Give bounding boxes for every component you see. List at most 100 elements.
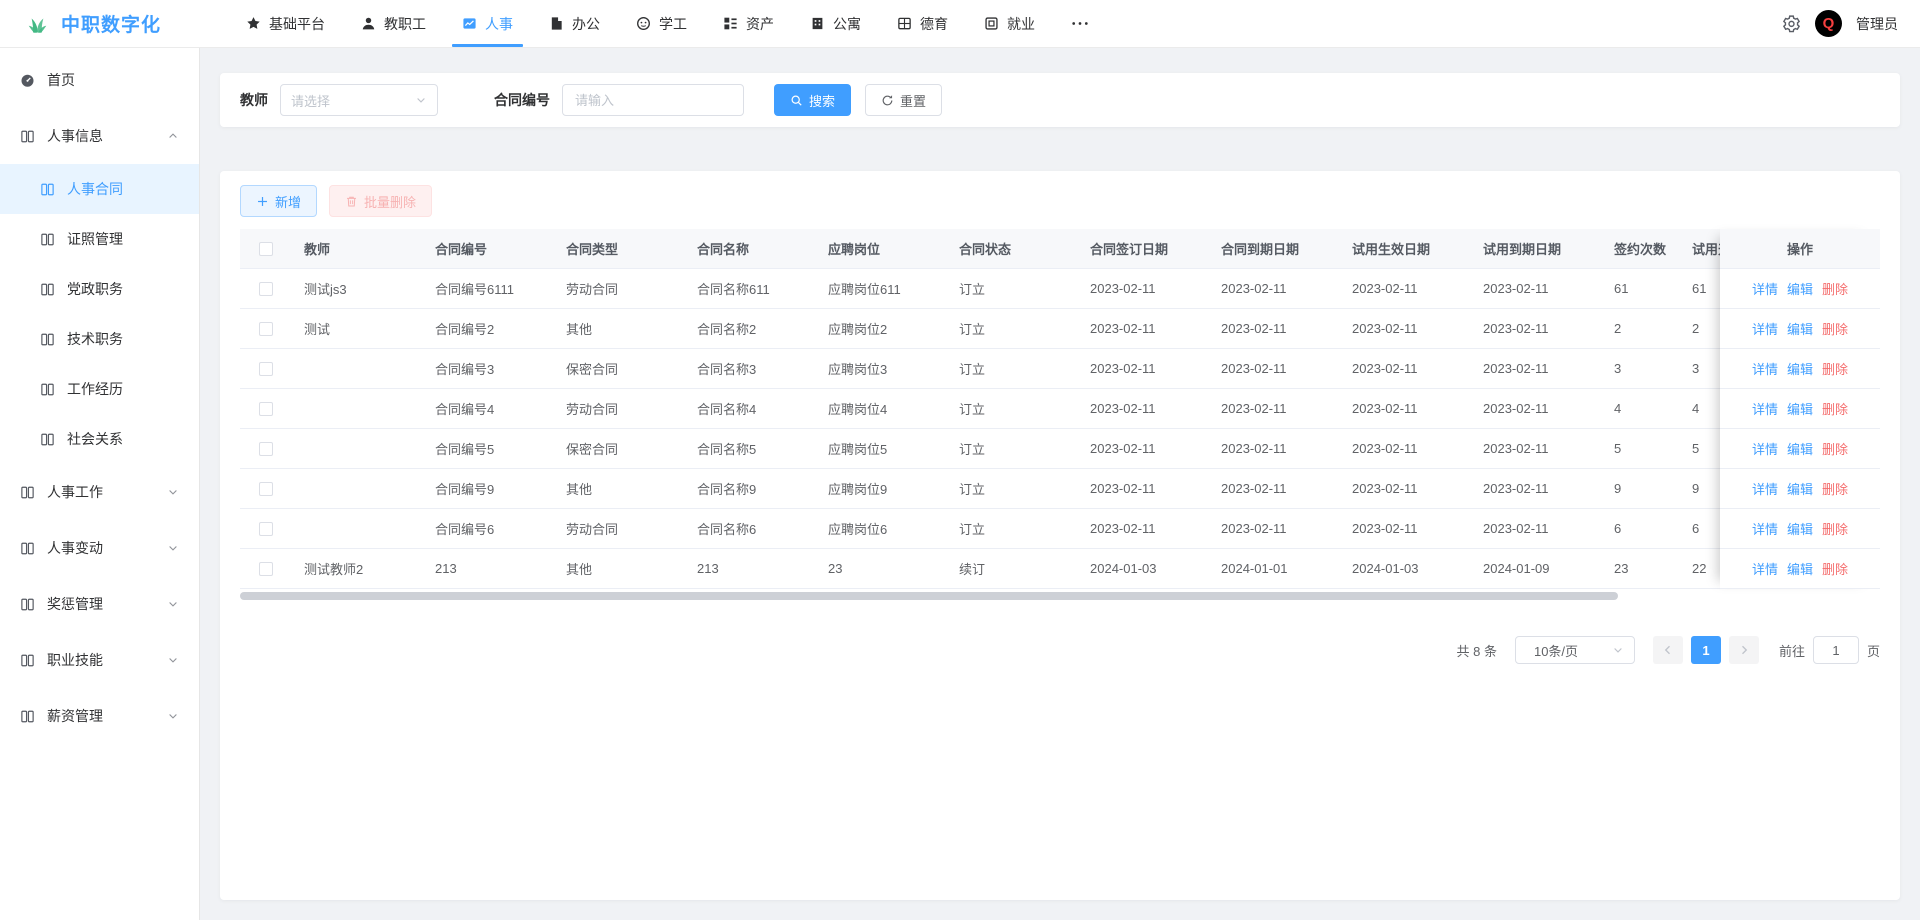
row-checkbox[interactable] [259,362,273,376]
cell-teacher [292,349,423,388]
sidebar-item-vocational-skill[interactable]: 职业技能 [0,632,199,688]
edit-link[interactable]: 编辑 [1787,359,1813,378]
horizontal-scrollbar-thumb[interactable] [240,592,1618,600]
checkbox-cell [240,469,292,508]
col-header-trial-end-date: 试用到期日期 [1471,229,1602,268]
topnav-item-base-platform[interactable]: 基础平台 [228,0,343,47]
book-icon [20,485,35,500]
topnav-item-moral[interactable]: 德育 [879,0,966,47]
grid-icon [897,16,912,31]
delete-link[interactable]: 删除 [1822,279,1848,298]
topnav-item-student[interactable]: 学工 [618,0,705,47]
next-page-button[interactable] [1729,636,1759,664]
topnav-item-assets[interactable]: 资产 [705,0,792,47]
cell-sign-date: 2023-02-11 [1078,309,1209,348]
sidebar-item-cert-manage[interactable]: 证照管理 [0,214,199,264]
topnav-item-apartment[interactable]: 公寓 [792,0,879,47]
sidebar-item-hr-info[interactable]: 人事信息 [0,108,199,164]
user-avatar[interactable]: Q [1815,10,1842,37]
detail-link[interactable]: 详情 [1752,439,1778,458]
cell-sign-count: 9 [1602,469,1680,508]
add-button[interactable]: 新增 [240,185,317,217]
book-icon [20,597,35,612]
sidebar-item-reward-punish[interactable]: 奖惩管理 [0,576,199,632]
sidebar-item-tech-post[interactable]: 技术职务 [0,314,199,364]
edit-link[interactable]: 编辑 [1787,319,1813,338]
search-button[interactable]: 搜索 [774,84,851,116]
cell-expire-date: 2023-02-11 [1209,389,1340,428]
contract-no-input[interactable] [562,84,744,116]
detail-link[interactable]: 详情 [1752,359,1778,378]
cell-sign-date: 2024-01-03 [1078,549,1209,588]
row-checkbox[interactable] [259,322,273,336]
sidebar-item-label: 薪资管理 [47,706,167,726]
batch-delete-button[interactable]: 批量删除 [329,185,432,217]
topnav-item-more[interactable] [1053,0,1107,47]
detail-link[interactable]: 详情 [1752,559,1778,578]
cell-expire-date: 2024-01-01 [1209,549,1340,588]
topnav-item-label: 教职工 [384,14,426,34]
row-checkbox[interactable] [259,402,273,416]
user-name[interactable]: 管理员 [1856,14,1898,34]
delete-link[interactable]: 删除 [1822,559,1848,578]
main-layout: 首页人事信息人事合同证照管理党政职务技术职务工作经历社会关系人事工作人事变动奖惩… [0,48,1920,920]
row-checkbox[interactable] [259,282,273,296]
topnav-item-staff[interactable]: 教职工 [343,0,444,47]
sidebar-item-hr-work[interactable]: 人事工作 [0,464,199,520]
row-checkbox[interactable] [259,442,273,456]
cell-status: 续订 [947,549,1078,588]
goto-page-input[interactable] [1813,636,1859,664]
topnav-item-office[interactable]: 办公 [531,0,618,47]
delete-link[interactable]: 删除 [1822,439,1848,458]
delete-link[interactable]: 删除 [1822,519,1848,538]
topnav-item-employment[interactable]: 就业 [966,0,1053,47]
row-checkbox[interactable] [259,522,273,536]
sidebar-item-home[interactable]: 首页 [0,52,199,108]
detail-link[interactable]: 详情 [1752,279,1778,298]
col-header-sign-date: 合同签订日期 [1078,229,1209,268]
edit-link[interactable]: 编辑 [1787,439,1813,458]
page-size-select[interactable]: 10条/页 [1515,636,1635,664]
page-1-button[interactable]: 1 [1691,636,1721,664]
select-all-checkbox[interactable] [259,242,273,256]
teacher-select[interactable]: 请选择 [280,84,438,116]
edit-link[interactable]: 编辑 [1787,519,1813,538]
edit-link[interactable]: 编辑 [1787,279,1813,298]
cell-trial-start-date: 2023-02-11 [1340,469,1471,508]
edit-link[interactable]: 编辑 [1787,479,1813,498]
cell-teacher: 测试js3 [292,269,423,308]
row-checkbox[interactable] [259,482,273,496]
cell-position: 23 [816,549,947,588]
detail-link[interactable]: 详情 [1752,479,1778,498]
cell-trial-end-date: 2023-02-11 [1471,469,1602,508]
cell-status: 订立 [947,429,1078,468]
col-header-status: 合同状态 [947,229,1078,268]
settings-gear-icon[interactable] [1782,14,1801,33]
cell-status: 订立 [947,389,1078,428]
detail-link[interactable]: 详情 [1752,399,1778,418]
col-header-position: 应聘岗位 [816,229,947,268]
delete-link[interactable]: 删除 [1822,479,1848,498]
row-checkbox[interactable] [259,562,273,576]
sidebar-item-hr-contract[interactable]: 人事合同 [0,164,199,214]
topnav-item-hr[interactable]: 人事 [444,0,531,47]
sidebar-item-party-post[interactable]: 党政职务 [0,264,199,314]
prev-page-button[interactable] [1653,636,1683,664]
sidebar-item-work-history[interactable]: 工作经历 [0,364,199,414]
edit-link[interactable]: 编辑 [1787,399,1813,418]
topbar-right: Q 管理员 [1782,10,1898,37]
edit-link[interactable]: 编辑 [1787,559,1813,578]
delete-link[interactable]: 删除 [1822,399,1848,418]
sidebar-item-social-relation[interactable]: 社会关系 [0,414,199,464]
cell-contract-no: 合同编号6 [423,509,554,548]
delete-link[interactable]: 删除 [1822,359,1848,378]
cell-contract-type: 保密合同 [554,429,685,468]
delete-link[interactable]: 删除 [1822,319,1848,338]
reset-button[interactable]: 重置 [865,84,942,116]
sidebar-item-salary[interactable]: 薪资管理 [0,688,199,744]
table-row: 合同编号9其他合同名称9应聘岗位9订立2023-02-112023-02-112… [240,469,1880,509]
detail-link[interactable]: 详情 [1752,519,1778,538]
cell-contract-no: 合同编号9 [423,469,554,508]
detail-link[interactable]: 详情 [1752,319,1778,338]
sidebar-item-hr-change[interactable]: 人事变动 [0,520,199,576]
